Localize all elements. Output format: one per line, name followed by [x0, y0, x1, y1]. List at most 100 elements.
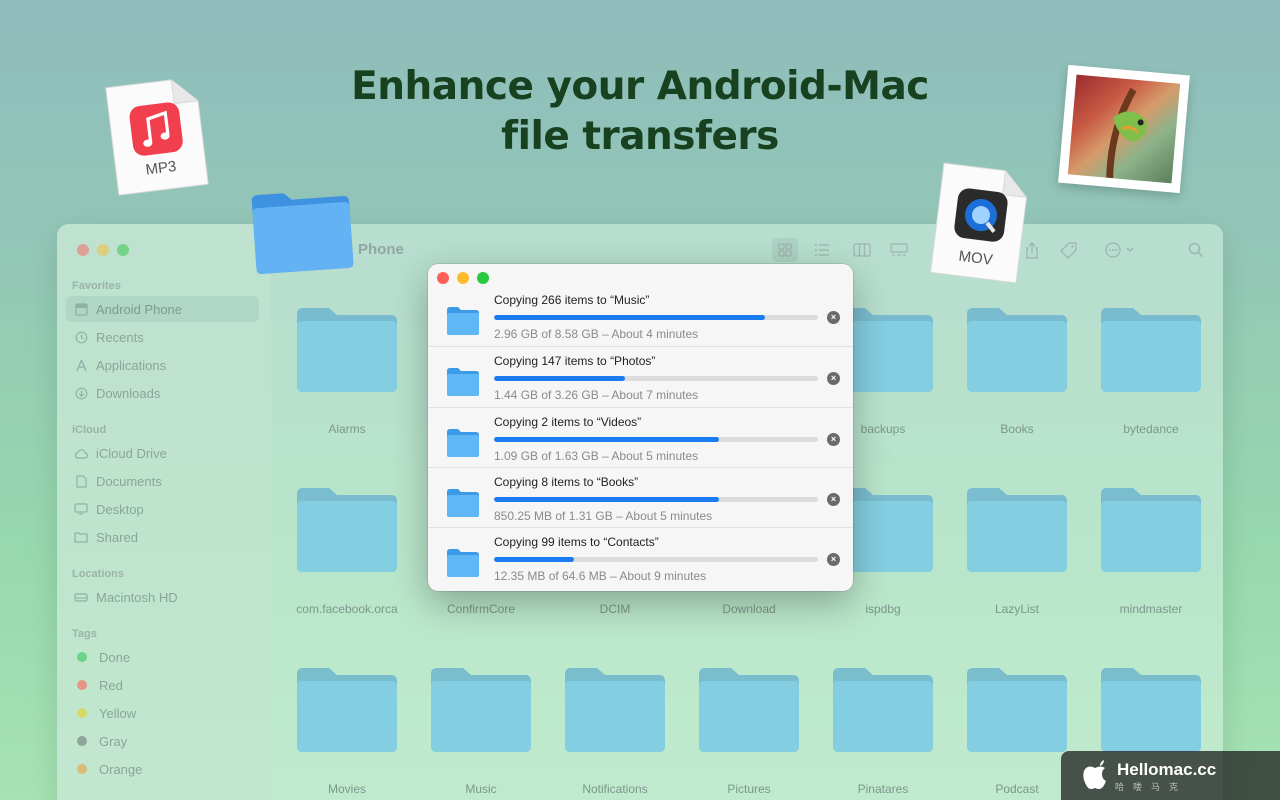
sidebar-item-label: Android Phone [96, 301, 183, 317]
folder-icon [967, 668, 1067, 752]
watermark-text: Hellomac.cc [1117, 760, 1217, 779]
sidebar-item-label: Recents [96, 329, 144, 345]
tag-dot [77, 680, 87, 690]
cancel-transfer-button[interactable]: × [827, 492, 840, 506]
watermark-badge: Hellomac.cc 哈喽马克 [1061, 751, 1280, 800]
folder-name: Alarms [328, 422, 366, 436]
search-button[interactable] [1183, 238, 1209, 262]
chameleon-photo [1067, 74, 1181, 184]
sidebar-item-label: iCloud Drive [96, 445, 167, 461]
sidebar-item-label: Yellow [99, 705, 137, 721]
cancel-transfer-button[interactable]: × [827, 553, 840, 567]
clock-icon [74, 330, 88, 344]
transfer-row: Copying 2 items to “Videos” 1.09 GB of 1.… [428, 406, 853, 467]
progress-bar [494, 496, 818, 502]
minimize-window-button[interactable] [97, 244, 109, 256]
sidebar-item-macintosh-hd[interactable]: Macintosh HD [66, 584, 259, 610]
sidebar-section-icloud: iCloud [72, 424, 107, 436]
sidebar-item-recents[interactable]: Recents [66, 324, 259, 350]
search-icon [1188, 242, 1204, 258]
tag-icon [1059, 241, 1077, 259]
window-controls [77, 244, 129, 256]
transfer-title: Copying 147 items to “Photos” [494, 354, 656, 369]
close-icon: × [830, 493, 837, 504]
column-view-button[interactable] [849, 238, 875, 262]
transfer-row: Copying 99 items to “Contacts” 12.35 MB o… [428, 527, 853, 587]
window-title: Phone [358, 241, 404, 258]
sidebar-section-locations: Locations [72, 568, 124, 580]
sidebar-item-label: Macintosh HD [96, 589, 178, 605]
sidebar-item-desktop[interactable]: Desktop [66, 496, 259, 522]
sidebar-item-label: Done [99, 649, 131, 665]
folder-icon [1101, 308, 1201, 392]
folder-icon [833, 668, 933, 752]
zoom-window-button[interactable] [117, 244, 129, 256]
sidebar-tag-orange[interactable]: Orange [66, 756, 259, 782]
applications-icon [74, 358, 88, 372]
columns-icon [853, 243, 871, 257]
close-icon: × [830, 373, 837, 384]
grid-icon [778, 243, 792, 257]
cancel-transfer-button[interactable]: × [827, 432, 840, 446]
folder-icon [699, 668, 799, 752]
transfer-row: Copying 147 items to “Photos” 1.44 GB of … [428, 346, 853, 406]
dialog-window-controls [437, 272, 489, 284]
sidebar-item-label: Downloads [96, 385, 161, 401]
transfer-title: Copying 8 items to “Books” [494, 474, 639, 489]
gallery-view-button[interactable] [886, 238, 912, 262]
sidebar: Favorites Android Phone Recents Applicat… [57, 224, 271, 800]
dialog-close-button[interactable] [437, 272, 449, 284]
gallery-icon [890, 243, 908, 256]
sidebar-item-downloads[interactable]: Downloads [66, 380, 259, 406]
sidebar-item-label: Desktop [96, 501, 144, 517]
transfer-status: 1.09 GB of 1.63 GB – About 5 minutes [494, 448, 699, 463]
sidebar-item-android-phone[interactable]: Android Phone [66, 296, 259, 322]
progress-bar [494, 376, 818, 382]
copy-progress-dialog: Copying 266 items to “Music” 2.96 GB of 8… [428, 264, 853, 591]
sidebar-item-label: Documents [96, 473, 162, 489]
folder-icon [431, 668, 531, 752]
sidebar-item-icloud-drive[interactable]: iCloud Drive [66, 440, 259, 466]
folder-icon [565, 668, 665, 752]
transfer-status: 2.96 GB of 8.58 GB – About 4 minutes [494, 327, 699, 341]
progress-bar [494, 315, 818, 320]
sidebar-tag-yellow[interactable]: Yellow [66, 700, 259, 726]
cancel-transfer-button[interactable]: × [827, 311, 840, 324]
desktop-icon [74, 502, 88, 516]
list-icon [815, 244, 829, 256]
apple-logo-icon [1083, 760, 1106, 789]
progress-fill [494, 376, 625, 382]
blue-folder-icon [247, 184, 357, 277]
transfer-status: 850.25 MB of 1.31 GB – About 5 minutes [494, 508, 713, 523]
mov-file-icon: MOV [928, 161, 1031, 285]
transfer-title: Copying 266 items to “Music” [494, 293, 650, 307]
close-icon: × [830, 433, 837, 444]
sidebar-item-documents[interactable]: Documents [66, 468, 259, 494]
icon-view-button[interactable] [772, 238, 798, 262]
transfer-row: Copying 266 items to “Music” 2.96 GB of 8… [428, 286, 853, 346]
dialog-zoom-button[interactable] [477, 272, 489, 284]
progress-bar [494, 436, 818, 442]
list-view-button[interactable] [809, 238, 835, 262]
close-icon: × [830, 554, 837, 565]
mp3-file-icon: MP3 [104, 75, 211, 198]
phone-icon [74, 302, 88, 316]
folder-icon [447, 307, 479, 335]
sidebar-tag-done[interactable]: Done [66, 644, 259, 670]
sidebar-item-label: Orange [99, 761, 143, 777]
close-window-button[interactable] [77, 244, 89, 256]
sidebar-item-shared[interactable]: Shared [66, 524, 259, 550]
sidebar-section-tags: Tags [72, 628, 97, 640]
folder-icon [447, 488, 479, 517]
transfer-status: 12.35 MB of 64.6 MB – About 9 minutes [494, 569, 707, 584]
sidebar-tag-gray[interactable]: Gray [66, 728, 259, 754]
sidebar-item-applications[interactable]: Applications [66, 352, 259, 378]
cancel-transfer-button[interactable]: × [827, 372, 840, 386]
sidebar-tag-red[interactable]: Red [66, 672, 259, 698]
progress-fill [494, 315, 765, 320]
dialog-minimize-button[interactable] [457, 272, 469, 284]
tag-button[interactable] [1055, 238, 1081, 262]
folder-icon [447, 428, 479, 457]
sidebar-item-label: Red [99, 677, 123, 693]
more-actions-button[interactable] [1100, 238, 1140, 262]
